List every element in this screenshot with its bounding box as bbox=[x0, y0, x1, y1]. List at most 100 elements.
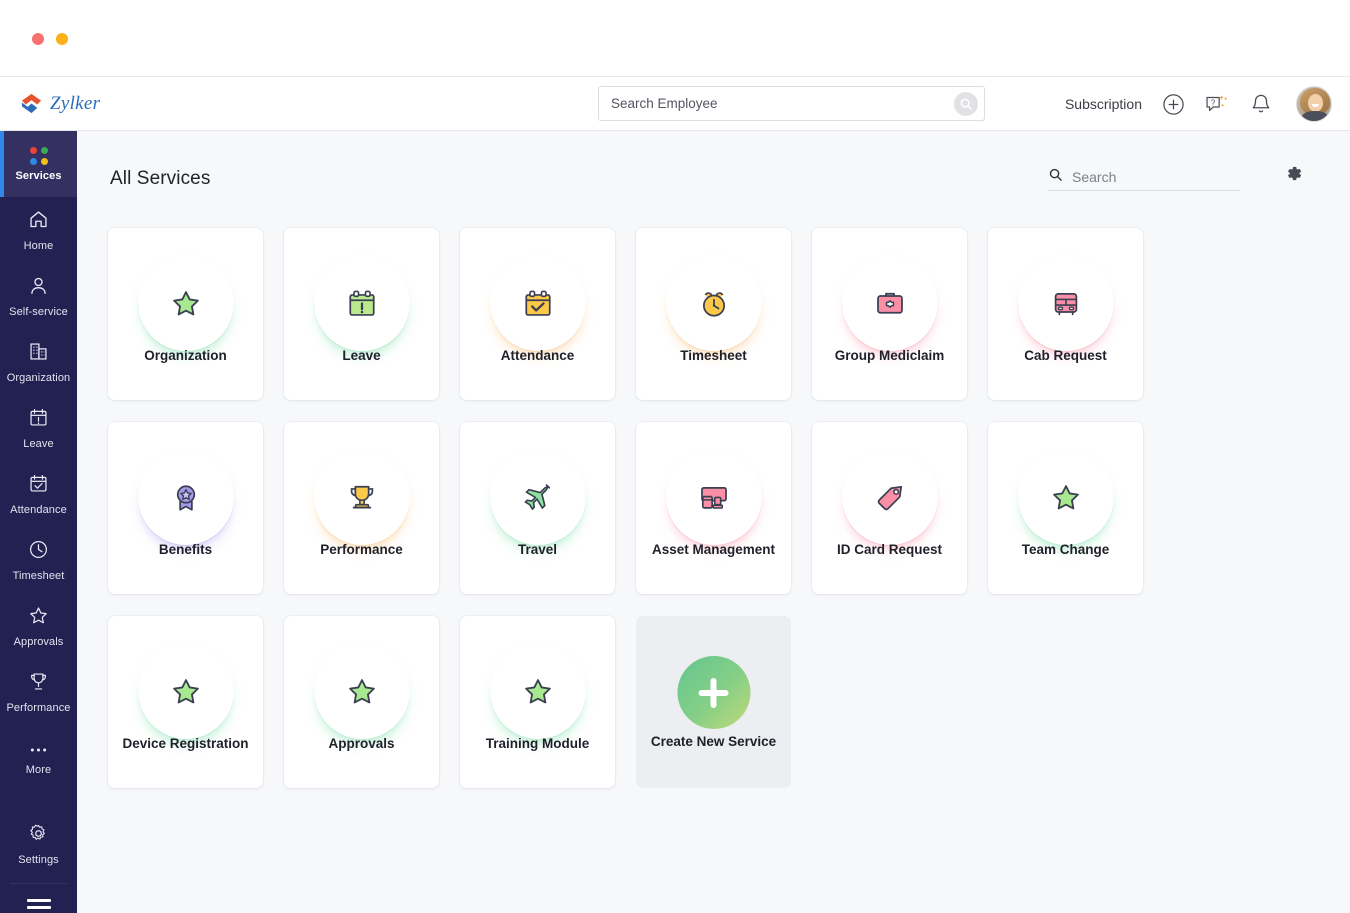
service-card-label: Approvals bbox=[328, 736, 395, 751]
service-card-team-change[interactable]: Team Change bbox=[988, 422, 1143, 594]
ellipsis-icon bbox=[28, 741, 49, 759]
service-card-label: Benefits bbox=[158, 542, 213, 557]
service-card-label: Training Module bbox=[485, 736, 590, 751]
star-icon bbox=[518, 672, 558, 712]
service-card-device-registration[interactable]: Device Registration bbox=[108, 616, 263, 788]
bell-icon[interactable] bbox=[1248, 91, 1274, 117]
building-icon bbox=[28, 341, 49, 367]
sidebar-item-performance[interactable]: Performance bbox=[0, 659, 77, 725]
trophy-icon bbox=[342, 478, 382, 518]
create-new-service-label: Create New Service bbox=[650, 734, 777, 749]
service-card-timesheet[interactable]: Timesheet bbox=[636, 228, 791, 400]
service-card-label: Leave bbox=[342, 348, 381, 363]
sidebar-item-label: Self-service bbox=[9, 305, 68, 318]
bus-icon bbox=[1046, 284, 1086, 324]
service-card-training-module[interactable]: Training Module bbox=[460, 616, 615, 788]
plus-circle-icon[interactable] bbox=[1160, 91, 1186, 117]
sidebar-item-label: Timesheet bbox=[12, 569, 65, 582]
service-card-label: ID Card Request bbox=[836, 542, 943, 557]
sidebar-item-label: Services bbox=[15, 169, 62, 182]
service-card-leave[interactable]: Leave bbox=[284, 228, 439, 400]
help-chat-icon[interactable]: ? bbox=[1204, 91, 1230, 117]
search-icon[interactable] bbox=[954, 91, 978, 116]
sidebar-collapse-button[interactable] bbox=[0, 884, 77, 913]
sidebar-item-organization[interactable]: Organization bbox=[0, 329, 77, 395]
service-card-benefits[interactable]: Benefits bbox=[108, 422, 263, 594]
service-card-cab-request[interactable]: Cab Request bbox=[988, 228, 1143, 400]
zylker-logo-icon bbox=[20, 92, 43, 115]
app-window: Zylker Subscription ? Search Employee Se… bbox=[0, 0, 1350, 913]
star-icon bbox=[166, 284, 206, 324]
alarm-clock-icon bbox=[694, 284, 734, 324]
main-content: All Services Search Organization Leave A… bbox=[77, 131, 1350, 913]
assets-icon bbox=[694, 478, 734, 518]
service-card-travel[interactable]: Travel bbox=[460, 422, 615, 594]
four-dots-icon bbox=[29, 146, 48, 165]
search-employee-input[interactable]: Search Employee bbox=[598, 86, 985, 121]
service-card-approvals[interactable]: Approvals bbox=[284, 616, 439, 788]
sidebar-item-self-service[interactable]: Self-service bbox=[0, 263, 77, 329]
service-card-id-card-request[interactable]: ID Card Request bbox=[812, 422, 967, 594]
sidebar-item-label: Home bbox=[23, 239, 54, 252]
trophy-icon bbox=[28, 671, 49, 697]
window-controls bbox=[32, 33, 68, 45]
user-avatar[interactable] bbox=[1296, 86, 1332, 122]
calendar-check-icon bbox=[518, 284, 558, 324]
sidebar-item-label: Performance bbox=[6, 701, 71, 714]
search-input[interactable]: Search bbox=[1048, 163, 1240, 191]
star-icon bbox=[28, 605, 49, 631]
service-card-label: Performance bbox=[320, 542, 403, 557]
brand-name: Zylker bbox=[50, 92, 101, 114]
calendar-alert-icon bbox=[28, 407, 49, 433]
sidebar-item-label: More bbox=[25, 763, 52, 776]
service-card-performance[interactable]: Performance bbox=[284, 422, 439, 594]
tag-icon bbox=[870, 478, 910, 518]
sidebar-item-label: Approvals bbox=[13, 635, 64, 648]
home-icon bbox=[28, 209, 49, 235]
clock-icon bbox=[28, 539, 49, 565]
sidebar-item-timesheet[interactable]: Timesheet bbox=[0, 527, 77, 593]
service-card-label: Asset Management bbox=[651, 542, 776, 557]
sidebar-item-services[interactable]: Services bbox=[0, 131, 77, 197]
sidebar-item-home[interactable]: Home bbox=[0, 197, 77, 263]
search-icon bbox=[1048, 167, 1063, 187]
brand-logo[interactable]: Zylker bbox=[0, 92, 110, 115]
header-actions: Subscription ? bbox=[1065, 77, 1332, 131]
award-badge-icon bbox=[166, 478, 206, 518]
sidebar-item-leave[interactable]: Leave bbox=[0, 395, 77, 461]
service-card-label: Team Change bbox=[1021, 542, 1110, 557]
service-card-group-mediclaim[interactable]: Group Mediclaim bbox=[812, 228, 967, 400]
window-titlebar bbox=[0, 0, 1350, 77]
gear-icon bbox=[28, 823, 49, 849]
close-dot[interactable] bbox=[32, 33, 44, 45]
service-card-label: Travel bbox=[517, 542, 558, 557]
service-card-organization[interactable]: Organization bbox=[108, 228, 263, 400]
search-placeholder: Search bbox=[1072, 168, 1117, 185]
search-employee-placeholder: Search Employee bbox=[611, 96, 718, 111]
star-icon bbox=[1046, 478, 1086, 518]
page-title: All Services bbox=[110, 168, 211, 189]
service-card-label: Device Registration bbox=[122, 736, 249, 751]
service-card-attendance[interactable]: Attendance bbox=[460, 228, 615, 400]
sidebar-item-approvals[interactable]: Approvals bbox=[0, 593, 77, 659]
sidebar-item-settings[interactable]: Settings bbox=[0, 811, 77, 877]
sidebar: Services Home Self-service Organization … bbox=[0, 131, 77, 913]
minimize-dot[interactable] bbox=[56, 33, 68, 45]
service-card-label: Group Mediclaim bbox=[834, 348, 945, 363]
settings-gear-icon[interactable] bbox=[1283, 163, 1305, 185]
service-card-label: Cab Request bbox=[1024, 348, 1107, 363]
sidebar-item-more[interactable]: More bbox=[0, 725, 77, 791]
service-card-label: Attendance bbox=[500, 348, 575, 363]
star-icon bbox=[342, 672, 382, 712]
service-card-label: Organization bbox=[144, 348, 227, 363]
services-grid: Organization Leave Attendance Timesheet … bbox=[108, 228, 1298, 788]
sidebar-item-label: Organization bbox=[6, 371, 71, 384]
star-icon bbox=[166, 672, 206, 712]
plus-icon bbox=[677, 656, 750, 729]
airplane-icon bbox=[518, 478, 558, 518]
sidebar-item-attendance[interactable]: Attendance bbox=[0, 461, 77, 527]
service-card-asset-management[interactable]: Asset Management bbox=[636, 422, 791, 594]
subscription-link[interactable]: Subscription bbox=[1065, 96, 1142, 112]
create-new-service-card[interactable]: Create New Service bbox=[636, 616, 791, 788]
hamburger-collapse-icon bbox=[26, 898, 51, 913]
